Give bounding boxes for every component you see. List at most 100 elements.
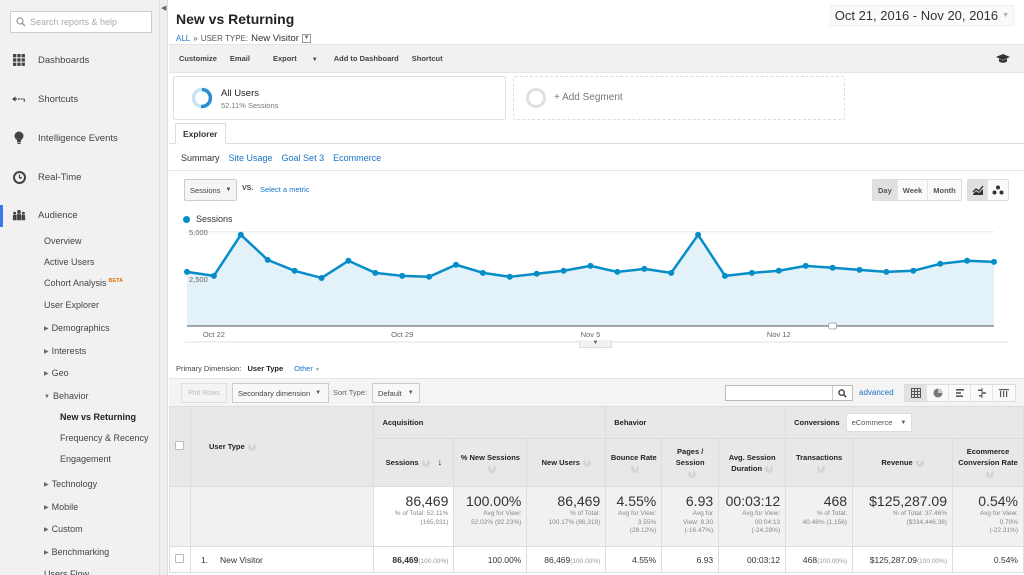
help-icon[interactable]: ? [985, 470, 994, 479]
nav-intelligence-events[interactable]: Intelligence Events [0, 119, 160, 157]
data-point[interactable] [802, 262, 809, 269]
data-point[interactable] [587, 262, 594, 269]
segment-all-users[interactable]: All Users 52.11% Sessions [173, 76, 506, 120]
graduation-cap-icon[interactable] [996, 54, 1010, 64]
add-to-dashboard-button[interactable]: Add to Dashboard [334, 54, 399, 63]
nav-engagement[interactable]: Engagement [60, 454, 111, 464]
chart-resize-handle[interactable]: ▼ [579, 340, 612, 348]
help-icon[interactable]: ? [247, 443, 256, 451]
nav-new-vs-returning[interactable]: New vs Returning [60, 412, 136, 422]
col-revenue[interactable]: Revenue? [852, 438, 953, 487]
data-point[interactable] [964, 257, 971, 264]
date-range-picker[interactable]: Oct 21, 2016 - Nov 20, 2016 ▼ [829, 5, 1014, 26]
conversions-select[interactable]: eCommerce ▼ [845, 413, 913, 432]
select-all-checkbox[interactable] [175, 441, 185, 450]
data-point[interactable] [479, 269, 486, 276]
data-point[interactable] [345, 257, 352, 264]
data-point[interactable] [372, 269, 379, 276]
search-reports-input[interactable]: Search reports & help [10, 11, 152, 33]
data-point[interactable] [453, 261, 459, 268]
data-point[interactable] [883, 268, 890, 275]
nav-mobile[interactable]: ▶ Mobile [44, 502, 78, 512]
primary-dimension-other[interactable]: Other ▼ [294, 364, 320, 373]
nav-interests[interactable]: ▶ Interests [44, 346, 86, 356]
data-point[interactable] [560, 267, 567, 274]
data-point[interactable] [910, 267, 917, 274]
col-pct-new-sessions[interactable]: % New Sessions? [453, 438, 528, 487]
col-new-users[interactable]: New Users? [526, 438, 607, 487]
motion-chart-button[interactable] [988, 180, 1008, 200]
data-point[interactable] [533, 270, 540, 277]
data-point[interactable] [426, 273, 433, 280]
help-icon[interactable]: ? [487, 464, 496, 473]
data-point[interactable] [695, 231, 702, 238]
secondary-dimension-select[interactable]: Secondary dimension ▼ [232, 383, 329, 403]
sort-type-select[interactable]: Default ▼ [372, 383, 420, 403]
data-point[interactable] [506, 273, 513, 280]
table-search-button[interactable] [832, 386, 852, 400]
subtab-site-usage[interactable]: Site Usage [229, 153, 273, 163]
row-user-type[interactable]: 1. New Visitor [189, 546, 375, 573]
nav-users-flow[interactable]: Users Flow [44, 569, 89, 575]
table-row[interactable]: 1. New Visitor 86,469(100.00%) 100.00% 86… [169, 546, 1024, 573]
export-button[interactable]: Export ▼ [263, 54, 321, 63]
pivot-view-button[interactable] [993, 385, 1015, 401]
nav-real-time[interactable]: Real-Time [0, 158, 160, 196]
line-chart-button[interactable] [968, 180, 988, 200]
col-pages-per-session[interactable]: Pages / Session? [661, 438, 720, 487]
data-table-view-button[interactable] [905, 385, 927, 401]
breadcrumb-dropdown-button[interactable]: ▼ [301, 34, 311, 43]
row-checkbox[interactable] [175, 554, 185, 563]
data-point[interactable] [614, 268, 621, 275]
nav-behavior[interactable]: ▼ Behavior [44, 391, 88, 401]
help-icon[interactable]: ? [915, 459, 924, 468]
user-type-header[interactable]: User Type? [189, 406, 375, 487]
breadcrumb-all-link[interactable]: ALL [176, 34, 190, 43]
email-button[interactable]: Email [230, 54, 250, 63]
subtab-ecommerce[interactable]: Ecommerce [333, 153, 381, 163]
customize-button[interactable]: Customize [179, 54, 217, 63]
data-point[interactable] [748, 269, 755, 276]
nav-demographics[interactable]: ▶ Demographics [44, 323, 110, 333]
nav-shortcuts[interactable]: Shortcuts [0, 80, 160, 118]
data-point[interactable] [210, 272, 217, 279]
primary-dimension-user-type[interactable]: User Type [247, 364, 283, 373]
data-point[interactable] [237, 231, 244, 238]
nav-cohort-analysis[interactable]: Cohort Analysis BETA [44, 278, 123, 288]
data-point[interactable] [318, 274, 325, 281]
nav-custom[interactable]: ▶ Custom [44, 524, 83, 534]
data-point[interactable] [264, 256, 271, 263]
metric-select[interactable]: Sessions ▼ [184, 179, 237, 201]
data-point[interactable] [775, 267, 782, 274]
help-icon[interactable]: ? [582, 459, 591, 468]
data-point[interactable] [856, 266, 863, 273]
plot-rows-button[interactable]: Plot Rows [181, 383, 227, 403]
period-day-button[interactable]: Day [873, 180, 898, 200]
help-icon[interactable]: ? [765, 464, 774, 473]
period-week-button[interactable]: Week [898, 180, 929, 200]
advanced-filter-link[interactable]: advanced [859, 388, 894, 397]
tab-explorer[interactable]: Explorer [175, 123, 226, 144]
help-icon[interactable]: ? [816, 464, 825, 473]
col-ecommerce-conversion-rate[interactable]: Ecommerce Conversion Rate? [952, 438, 1024, 487]
nav-geo[interactable]: ▶ Geo [44, 368, 69, 378]
sidebar-collapse-toggle[interactable]: ◀ [160, 0, 168, 575]
nav-technology[interactable]: ▶ Technology [44, 479, 97, 489]
subtab-goal-set-3[interactable]: Goal Set 3 [282, 153, 325, 163]
data-point[interactable] [829, 264, 836, 271]
add-segment-button[interactable]: + Add Segment [513, 76, 845, 120]
nav-active-users[interactable]: Active Users [44, 257, 95, 267]
pie-view-button[interactable] [927, 385, 949, 401]
data-point[interactable] [291, 267, 298, 274]
nav-audience[interactable]: Audience [0, 196, 160, 234]
performance-view-button[interactable] [949, 385, 971, 401]
sessions-chart[interactable]: 2,500 5,000 Oct 22 Oct 29 Nov 5 Nov 12 [179, 228, 1014, 346]
comparison-view-button[interactable] [971, 385, 993, 401]
nav-user-explorer[interactable]: User Explorer [44, 300, 99, 310]
table-search-input[interactable] [725, 385, 853, 401]
col-avg-session-duration[interactable]: Avg. Session Duration? [718, 438, 787, 487]
period-month-button[interactable]: Month [928, 180, 961, 200]
data-point[interactable] [991, 258, 997, 265]
col-bounce-rate[interactable]: Bounce Rate? [605, 438, 663, 487]
col-sessions[interactable]: Sessions? ↓ [373, 438, 455, 487]
